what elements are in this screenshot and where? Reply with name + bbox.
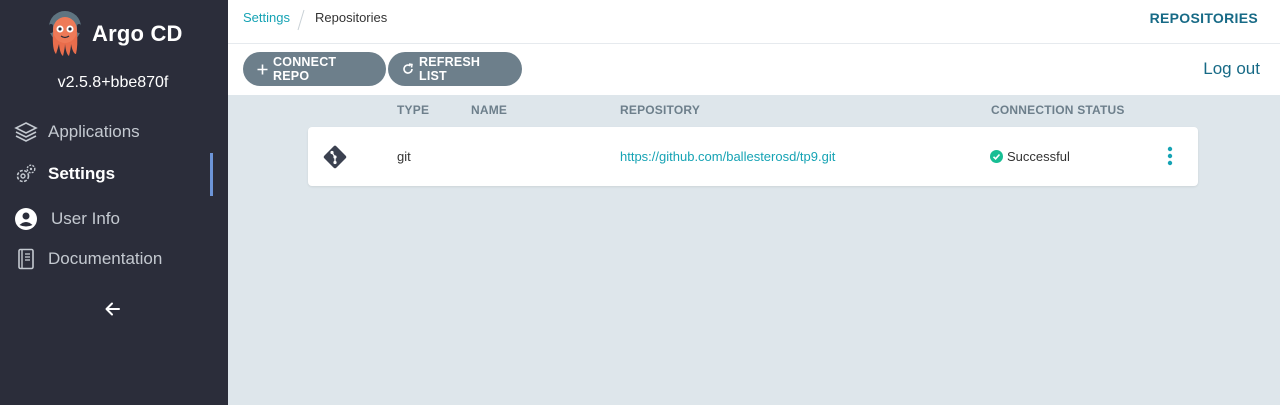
version-label: v2.5.8+bbe870f [57,74,169,91]
row-actions-menu-button[interactable] [1163,144,1177,168]
plus-icon [257,63,268,75]
arrow-left-icon [105,302,120,316]
app-name: Argo CD [92,21,183,46]
repo-type: git [397,149,411,164]
collapse-sidebar-button[interactable] [101,298,125,320]
sidebar-item-label: User Info [51,209,120,228]
check-circle-icon [990,150,1003,163]
refresh-list-label: REFRESH LIST [419,55,481,83]
logout-link[interactable]: Log out [1203,59,1260,79]
sidebar-item-documentation[interactable]: Documentation [0,239,228,279]
book-icon [13,246,39,272]
breadcrumb-settings[interactable]: Settings [243,10,290,25]
sidebar-item-user-info[interactable]: User Info [0,199,228,239]
column-header-type: TYPE [397,103,430,117]
breadcrumb-separator-icon [297,9,305,31]
sidebar-item-applications[interactable]: Applications [0,112,228,152]
sidebar-item-label: Settings [48,164,116,183]
page-title: REPOSITORIES [1149,10,1258,26]
more-vertical-icon [1167,146,1173,166]
sidebar: Argo CD v2.5.8+bbe870f Applications Sett… [0,0,228,405]
connect-repo-button[interactable]: CONNECT REPO [243,52,386,86]
breadcrumb-current: Repositories [315,10,388,25]
connection-status: Successful [990,149,1070,164]
refresh-list-button[interactable]: REFRESH LIST [388,52,522,86]
table-row[interactable]: git https://github.com/ballesterosd/tp9.… [308,127,1198,186]
column-header-name: NAME [471,103,508,117]
column-header-repository: REPOSITORY [620,103,701,117]
logo[interactable]: Argo CD [46,10,183,58]
gear-icon [13,161,39,187]
status-label: Successful [1007,149,1070,164]
sidebar-item-settings[interactable]: Settings [0,153,228,196]
top-bar: Settings Repositories REPOSITORIES [228,0,1280,44]
git-icon [323,145,347,169]
layers-icon [13,119,39,145]
sidebar-item-label: Documentation [48,249,163,268]
toolbar: CONNECT REPO REFRESH LIST Log out [228,44,1280,95]
connect-repo-label: CONNECT REPO [273,55,337,83]
user-icon [13,206,39,232]
argo-octopus-logo-icon [49,11,81,56]
column-header-connection-status: CONNECTION STATUS [991,103,1125,117]
refresh-icon [402,63,414,75]
repo-url-link[interactable]: https://github.com/ballesterosd/tp9.git [620,149,835,164]
sidebar-item-label: Applications [48,122,140,141]
